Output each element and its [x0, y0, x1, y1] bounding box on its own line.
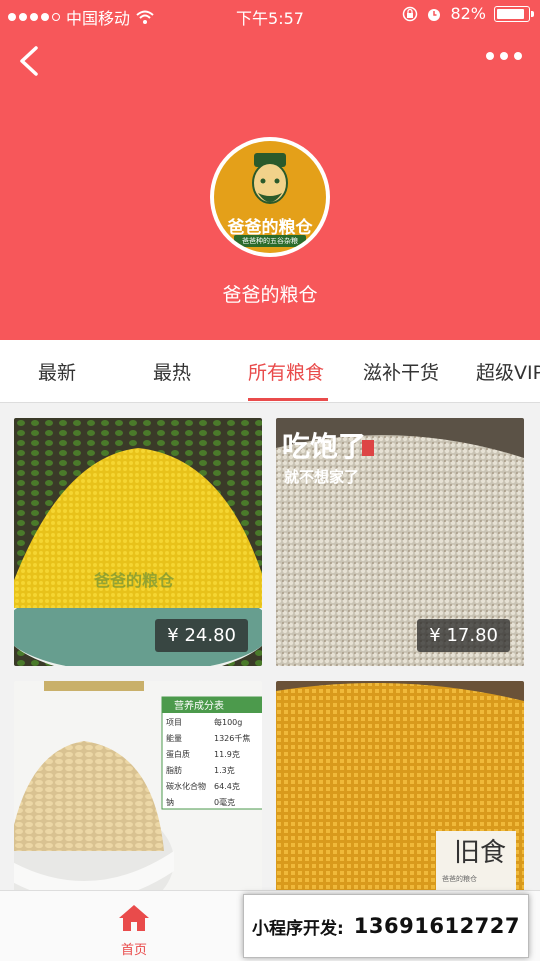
- contact-phone: 13691612727: [353, 914, 521, 938]
- nutrition-row-label: 碳水化合物: [166, 781, 206, 791]
- alarm-icon: [428, 8, 441, 21]
- nutrition-row-label: 蛋白质: [166, 749, 190, 759]
- logo-tagline: 爸爸种的五谷杂粮: [234, 235, 306, 247]
- product-overlay-text: 吃饱了: [282, 430, 366, 463]
- nutrition-row-value: 0毫克: [214, 797, 235, 807]
- nutrition-row-value: 1.3克: [214, 766, 235, 775]
- product-overlay-small: 爸爸的粮仓: [442, 874, 477, 883]
- nutrition-row-value: 1326千焦: [214, 733, 250, 743]
- category-tabs: 最新 最热 所有粮食 滋补干货 超级VIP: [0, 340, 540, 403]
- store-logo: 爸爸的粮仓 爸爸种的五谷杂粮: [210, 137, 330, 257]
- more-options-button[interactable]: [486, 52, 522, 60]
- active-tab-indicator: [248, 398, 328, 401]
- product-card[interactable]: 爸爸的粮仓 ¥ 24.80: [14, 418, 262, 666]
- nutrition-row-label: 能量: [166, 733, 182, 743]
- nutrition-row-label: 脂肪: [166, 765, 182, 775]
- nutrition-row-value: 11.9克: [214, 750, 240, 759]
- tab-home-label: 首页: [120, 943, 147, 958]
- product-overlay-subtext: 就不想家了: [284, 468, 359, 486]
- orientation-lock-icon: [403, 6, 418, 21]
- product-price: ¥ 24.80: [155, 619, 248, 652]
- back-arrow-icon[interactable]: [14, 44, 44, 78]
- product-card[interactable]: 吃饱了 就不想家了 ¥ 17.80: [276, 418, 524, 666]
- nutrition-row-label: 项目: [166, 718, 182, 727]
- nutrition-row-label: 钠: [166, 797, 174, 807]
- tab-hottest[interactable]: 最热: [153, 358, 191, 385]
- battery-percent: 82%: [450, 4, 486, 23]
- battery-icon: [494, 5, 534, 22]
- tab-all-grains[interactable]: 所有粮食: [248, 358, 324, 385]
- tab-tonic-dried-goods[interactable]: 滋补干货: [363, 358, 439, 385]
- contact-banner: 小程序开发: 13691612727: [243, 894, 529, 958]
- tab-super-vip[interactable]: 超级VIP: [476, 358, 540, 385]
- tab-latest[interactable]: 最新: [38, 358, 76, 385]
- product-watermark: 爸爸的粮仓: [93, 571, 175, 590]
- product-overlay-text: 旧食: [454, 838, 506, 868]
- status-bar: 中国移动 下午5:57 82%: [0, 0, 540, 30]
- contact-label: 小程序开发:: [251, 918, 344, 939]
- farmer-face-icon: [252, 153, 288, 204]
- nutrition-table-title: 营养成分表: [174, 699, 224, 712]
- store-header: 中国移动 下午5:57 82% 爸爸的粮仓 爸爸种的五谷杂粮 爸爸的粮仓: [0, 0, 540, 340]
- store-name: 爸爸的粮仓: [222, 284, 318, 306]
- home-icon: [119, 905, 149, 931]
- nutrition-row-value: 64.4克: [214, 782, 240, 791]
- tab-home[interactable]: 首页: [104, 903, 164, 958]
- nutrition-row-value: 每100g: [214, 717, 242, 727]
- product-price: ¥ 17.80: [417, 619, 510, 652]
